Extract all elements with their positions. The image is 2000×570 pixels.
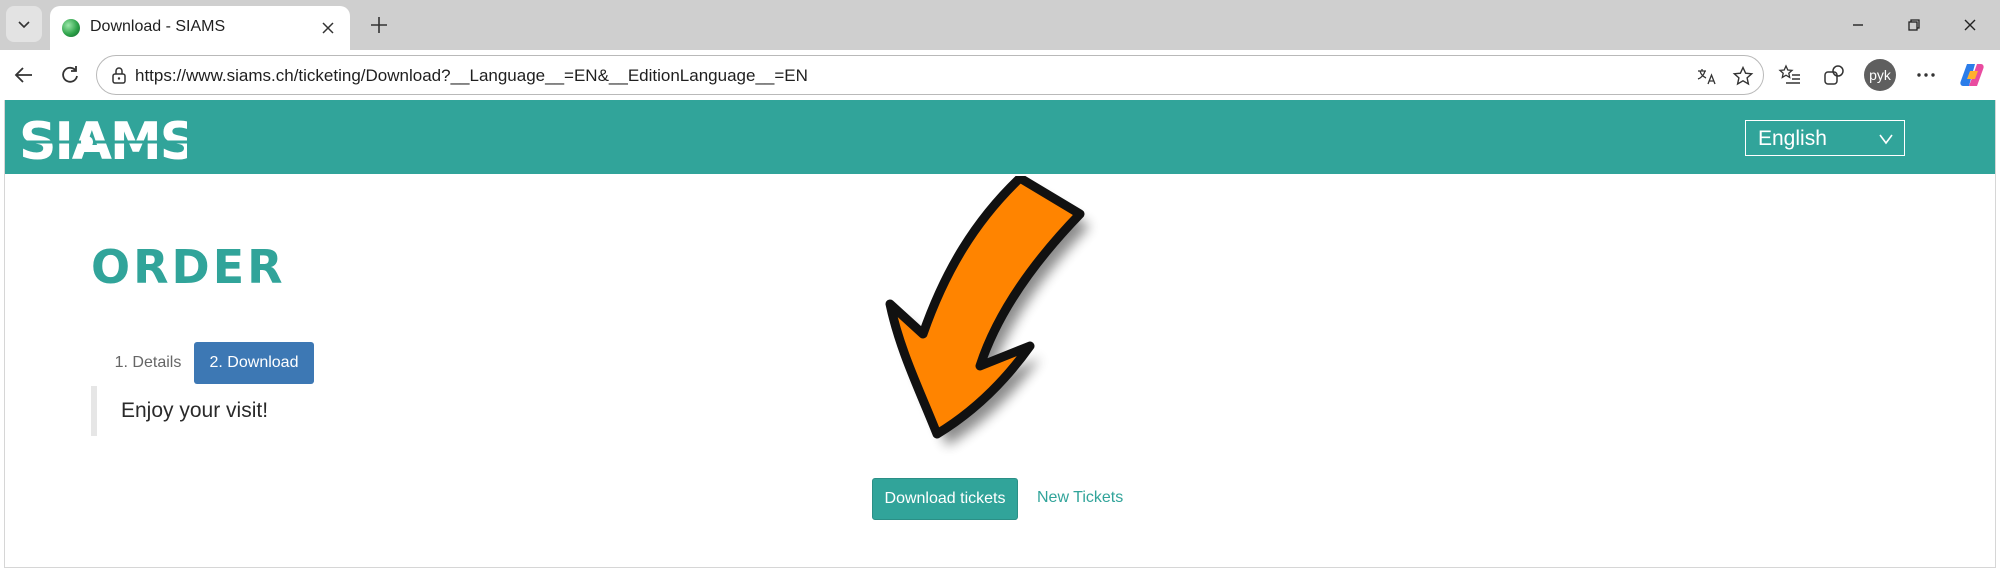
web-page: SIAMS English ORDER 1. Details 2. Downlo…: [4, 100, 1996, 568]
more-menu-button[interactable]: [1908, 57, 1944, 93]
copilot-icon: [1960, 64, 1984, 86]
minimize-icon: [1853, 24, 1863, 26]
more-icon: [1917, 73, 1935, 77]
tab-list-button[interactable]: [6, 6, 42, 42]
plus-icon: [371, 17, 387, 33]
message-text: Enjoy your visit!: [121, 399, 269, 422]
restore-button[interactable]: [1894, 8, 1934, 42]
back-button[interactable]: [6, 57, 42, 93]
step-download-active[interactable]: 2. Download: [194, 342, 314, 384]
orange-pointer-arrow-icon: [885, 176, 1090, 446]
close-icon: [1964, 19, 1976, 31]
page-title: ORDER: [91, 240, 286, 294]
favorite-button[interactable]: [1729, 62, 1757, 90]
close-tab-button[interactable]: [316, 16, 340, 40]
extensions-icon: [1824, 65, 1844, 85]
tab-strip: Download - SIAMS: [0, 0, 2000, 50]
extensions-button[interactable]: [1816, 57, 1852, 93]
favorites-list-icon: [1778, 64, 1800, 84]
chevron-down-icon: [18, 21, 30, 29]
back-arrow-icon: [14, 67, 32, 83]
minimize-button[interactable]: [1838, 8, 1878, 42]
message-block: Enjoy your visit!: [91, 386, 391, 436]
download-tickets-button[interactable]: Download tickets: [872, 478, 1018, 520]
siams-logo[interactable]: SIAMS: [17, 110, 187, 166]
language-value: English: [1758, 127, 1827, 150]
copilot-button[interactable]: [1954, 57, 1990, 93]
address-bar[interactable]: https://www.siams.ch/ticketing/Download?…: [96, 55, 1764, 95]
refresh-button[interactable]: [52, 57, 88, 93]
browser-window: Download - SIAMS https://www.siams.ch/ti…: [0, 0, 2000, 570]
active-tab[interactable]: Download - SIAMS: [50, 6, 350, 50]
refresh-icon: [62, 66, 78, 83]
site-header: SIAMS English: [5, 100, 1995, 174]
close-icon: [322, 22, 334, 34]
step-details[interactable]: 1. Details: [103, 342, 193, 384]
chevron-down-icon: [1879, 134, 1893, 145]
language-select[interactable]: English: [1745, 120, 1905, 156]
close-window-button[interactable]: [1950, 8, 1990, 42]
logo-text: SIAMS: [19, 112, 187, 166]
profile-avatar[interactable]: pyk: [1864, 59, 1896, 91]
read-aloud-translate-button[interactable]: [1693, 62, 1721, 90]
favorites-button[interactable]: [1772, 57, 1808, 93]
lock-icon[interactable]: [109, 65, 129, 85]
new-tab-button[interactable]: [362, 8, 396, 42]
new-tickets-link[interactable]: New Tickets: [1037, 489, 1123, 507]
tab-title: Download - SIAMS: [90, 18, 226, 35]
url-text[interactable]: https://www.siams.ch/ticketing/Download?…: [135, 66, 808, 86]
browser-toolbar: https://www.siams.ch/ticketing/Download?…: [0, 50, 2000, 100]
restore-icon: [1908, 19, 1920, 31]
star-icon: [1732, 65, 1754, 86]
translate-icon: [1697, 69, 1716, 85]
site-favicon-icon: [62, 19, 80, 37]
